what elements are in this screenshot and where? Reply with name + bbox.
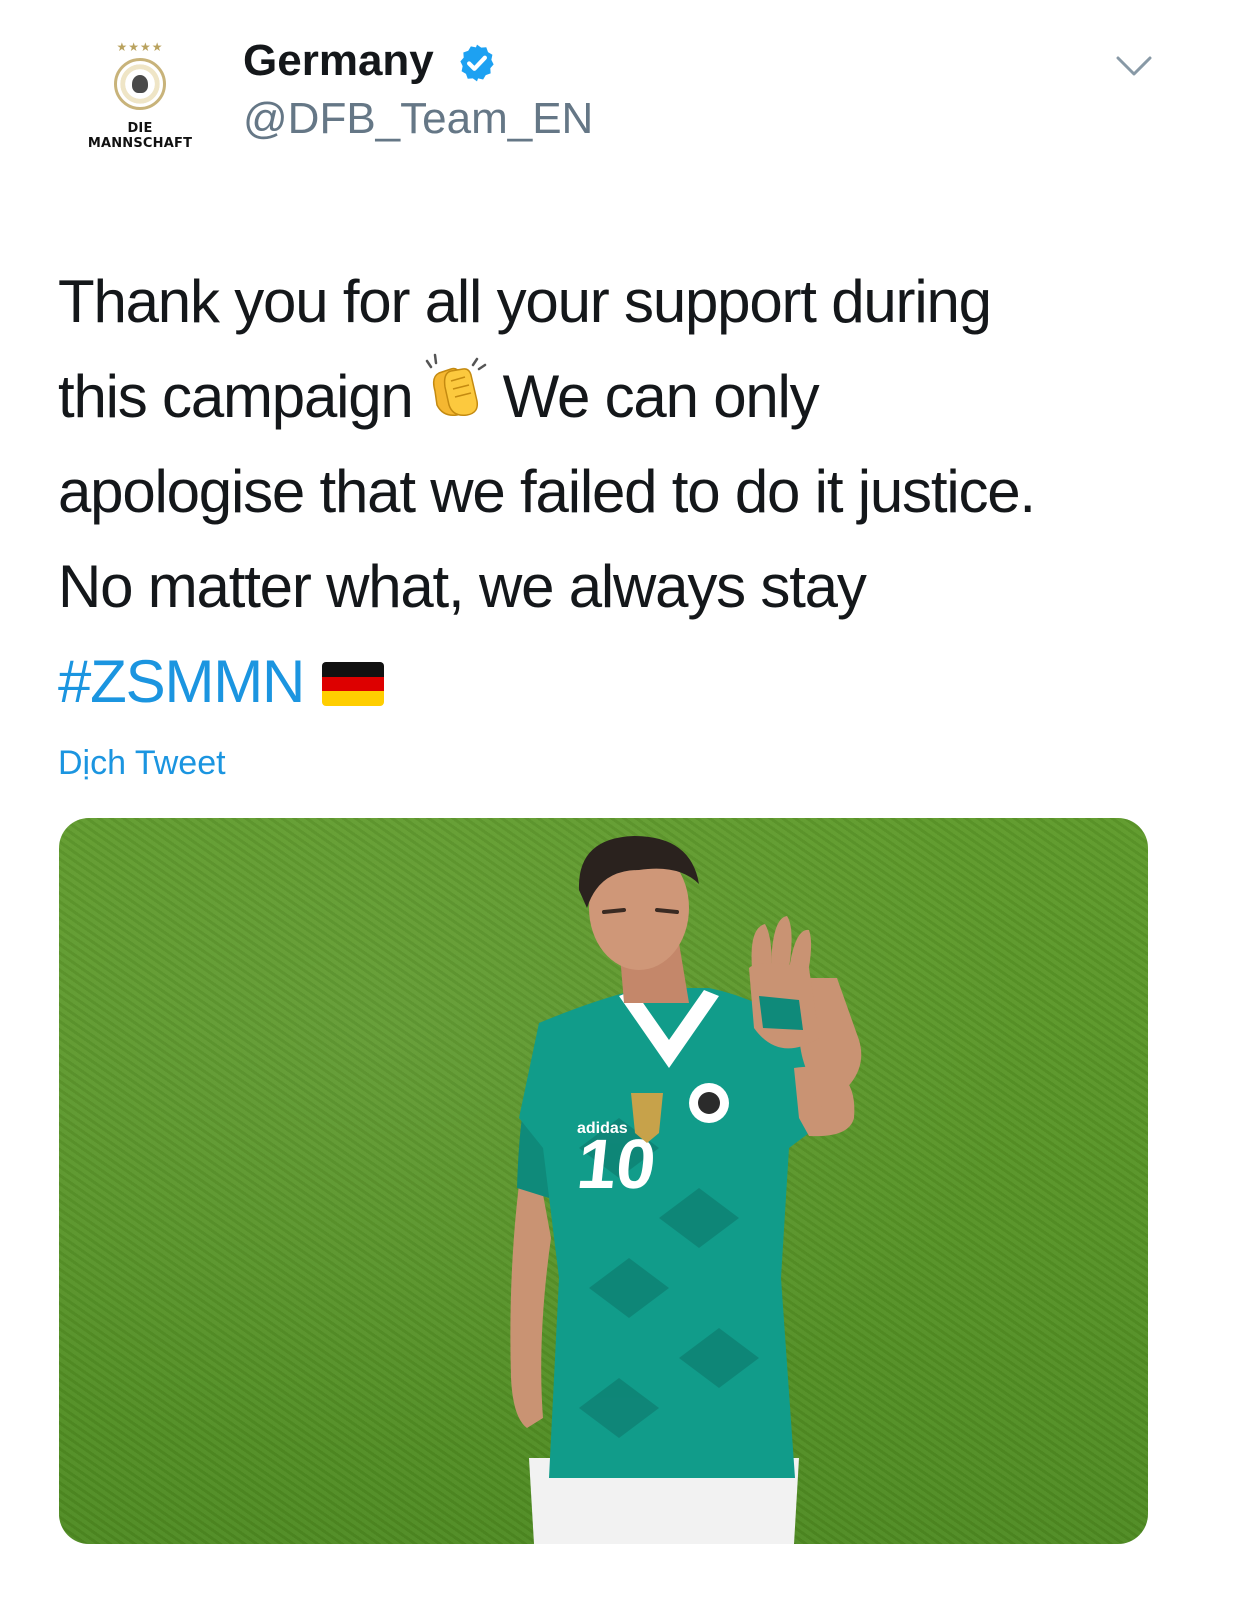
avatar-label: DIE MANNSCHAFT — [87, 121, 193, 151]
tweet-text-line: apologise that we failed to do it justic… — [58, 458, 1036, 525]
tweet-text-line: #ZSMMN — [58, 634, 1188, 729]
display-name[interactable]: Germany — [243, 36, 434, 86]
tweet-photo[interactable]: 10 adidas — [59, 818, 1148, 1544]
tweet-text-line: No matter what, we always stay — [58, 553, 867, 620]
germany-flag-emoji — [322, 662, 385, 706]
tweet-text-segment: this campaign — [58, 363, 414, 430]
avatar[interactable]: ★★★★ DIE MANNSCHAFT — [74, 38, 206, 151]
player-photo-illustration: 10 adidas — [510, 836, 862, 1544]
tweet-text-segment: We can only — [502, 363, 820, 430]
tweet-header: ★★★★ DIE MANNSCHAFT Germany @DFB_Team_EN — [0, 0, 1242, 190]
tweet-body: Thank you for all your support during th… — [58, 254, 1188, 729]
chevron-down-icon[interactable] — [1116, 54, 1152, 78]
hashtag-link[interactable]: #ZSMMN — [58, 648, 305, 715]
dfb-crest-icon — [114, 58, 166, 110]
verified-badge-icon — [460, 44, 494, 82]
user-handle[interactable]: @DFB_Team_EN — [243, 94, 593, 144]
tweet-text-line: this campaign We can only — [58, 349, 1188, 444]
tweet-text-line: Thank you for all your support during — [58, 268, 992, 335]
translate-tweet-link[interactable]: Dịch Tweet — [58, 744, 226, 783]
avatar-stars-icon: ★★★★ — [116, 40, 164, 54]
clapping-hands-emoji — [425, 353, 486, 417]
jersey-brand: adidas — [577, 1120, 628, 1137]
